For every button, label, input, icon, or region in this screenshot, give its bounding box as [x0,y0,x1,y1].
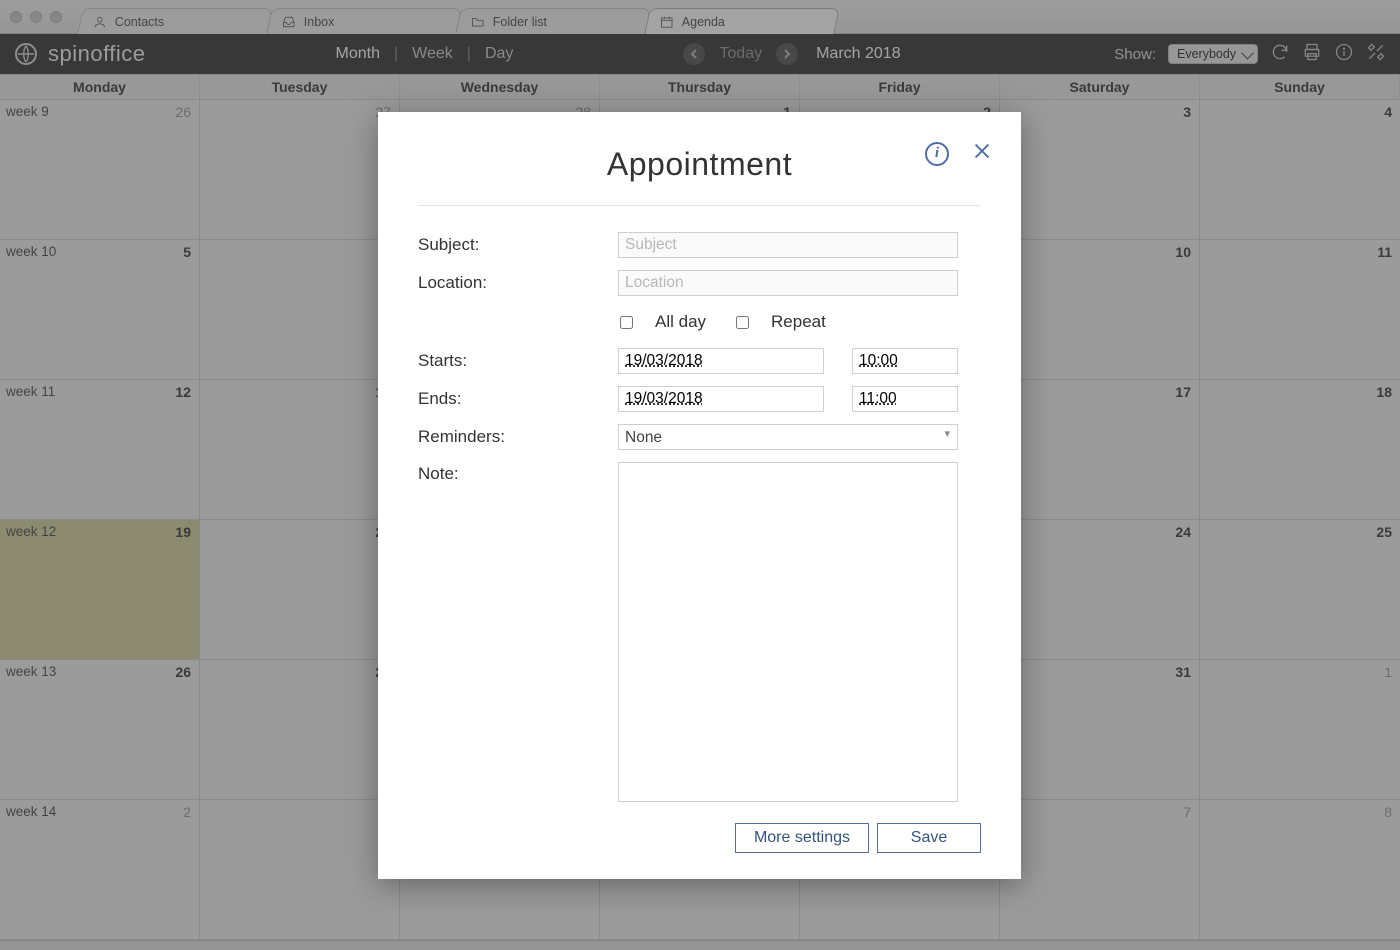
start-date-input[interactable] [618,348,824,374]
modal-title: Appointment [418,146,981,183]
subject-label: Subject: [418,235,618,255]
note-label: Note: [418,462,618,484]
save-button[interactable]: Save [877,823,981,853]
ends-label: Ends: [418,389,618,409]
allday-label: All day [655,312,706,332]
appointment-modal: i Appointment Subject: Location: All day… [378,112,1021,879]
divider [418,205,981,206]
note-textarea[interactable] [618,462,958,802]
end-time-input[interactable] [852,386,958,412]
start-time-input[interactable] [852,348,958,374]
info-icon[interactable]: i [925,142,949,166]
repeat-checkbox[interactable] [736,316,749,329]
reminders-label: Reminders: [418,427,618,447]
subject-input[interactable] [618,232,958,258]
more-settings-button[interactable]: More settings [735,823,869,853]
repeat-label: Repeat [771,312,826,332]
starts-label: Starts: [418,351,618,371]
allday-checkbox[interactable] [620,316,633,329]
location-label: Location: [418,273,618,293]
close-icon[interactable] [971,140,993,167]
location-input[interactable] [618,270,958,296]
end-date-input[interactable] [618,386,824,412]
reminders-select[interactable]: None [618,424,958,450]
